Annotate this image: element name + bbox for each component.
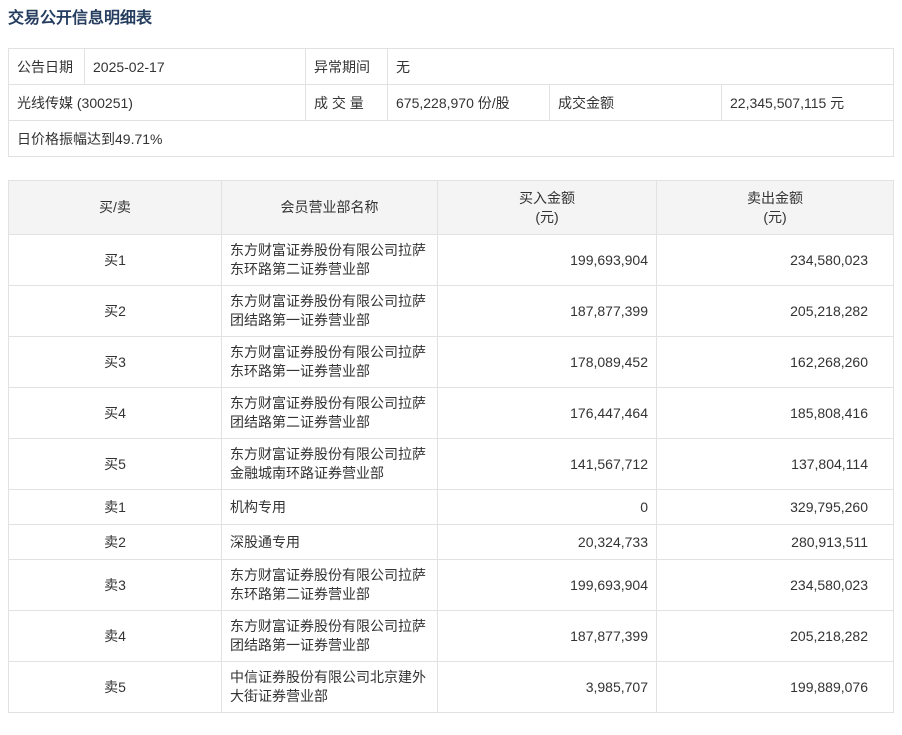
side-cell: 卖1: [9, 490, 222, 525]
buy-amount-cell: 178,089,452: [438, 337, 657, 388]
header-side: 买/卖: [9, 181, 222, 235]
buy-amount-cell: 141,567,712: [438, 439, 657, 490]
side-cell: 卖5: [9, 662, 222, 713]
header-buy-amount-line2: (元): [446, 208, 648, 227]
page: 交易公开信息明细表 公告日期 2025-02-17 异常期间 无 光线传媒 (3…: [0, 0, 902, 735]
header-branch-label: 会员营业部名称: [281, 199, 379, 215]
buy-amount-cell: 3,985,707: [438, 662, 657, 713]
table-row: 买3东方财富证券股份有限公司拉萨东环路第一证券营业部178,089,452162…: [9, 337, 894, 388]
stock-name: 光线传媒 (300251): [9, 85, 306, 121]
side-cell: 卖4: [9, 611, 222, 662]
sell-amount-cell: 199,889,076: [657, 662, 894, 713]
detail-table-body: 买1东方财富证券股份有限公司拉萨东环路第二证券营业部199,693,904234…: [9, 235, 894, 713]
side-cell: 卖3: [9, 560, 222, 611]
branch-cell: 东方财富证券股份有限公司拉萨团结路第一证券营业部: [222, 611, 438, 662]
side-cell: 买4: [9, 388, 222, 439]
sell-amount-cell: 234,580,023: [657, 560, 894, 611]
branch-cell: 东方财富证券股份有限公司拉萨团结路第一证券营业部: [222, 286, 438, 337]
sell-amount-cell: 280,913,511: [657, 525, 894, 560]
header-branch: 会员营业部名称: [222, 181, 438, 235]
header-side-label: 买/卖: [99, 199, 131, 215]
sell-amount-cell: 329,795,260: [657, 490, 894, 525]
header-buy-amount: 买入金额 (元): [438, 181, 657, 235]
side-cell: 买2: [9, 286, 222, 337]
abnormal-period-value: 无: [388, 49, 894, 85]
announce-date-label: 公告日期: [9, 49, 85, 85]
header-sell-amount: 卖出金额 (元): [657, 181, 894, 235]
announce-date-value: 2025-02-17: [85, 49, 306, 85]
detail-table: 买/卖 会员营业部名称 买入金额 (元) 卖出金额 (元) 买1东方财富证券股份…: [8, 180, 894, 713]
buy-amount-cell: 176,447,464: [438, 388, 657, 439]
side-cell: 卖2: [9, 525, 222, 560]
sell-amount-cell: 205,218,282: [657, 286, 894, 337]
buy-amount-cell: 20,324,733: [438, 525, 657, 560]
page-title: 交易公开信息明细表: [8, 8, 894, 30]
table-row: 卖4东方财富证券股份有限公司拉萨团结路第一证券营业部187,877,399205…: [9, 611, 894, 662]
table-row: 卖5中信证券股份有限公司北京建外大街证券营业部3,985,707199,889,…: [9, 662, 894, 713]
branch-cell: 中信证券股份有限公司北京建外大街证券营业部: [222, 662, 438, 713]
buy-amount-cell: 187,877,399: [438, 611, 657, 662]
volume-value: 675,228,970 份/股: [388, 85, 550, 121]
branch-cell: 东方财富证券股份有限公司拉萨东环路第一证券营业部: [222, 337, 438, 388]
table-row: 卖1机构专用0329,795,260: [9, 490, 894, 525]
branch-cell: 东方财富证券股份有限公司拉萨东环路第二证券营业部: [222, 235, 438, 286]
sell-amount-cell: 234,580,023: [657, 235, 894, 286]
buy-amount-cell: 199,693,904: [438, 235, 657, 286]
side-cell: 买1: [9, 235, 222, 286]
branch-cell: 机构专用: [222, 490, 438, 525]
side-cell: 买3: [9, 337, 222, 388]
branch-cell: 东方财富证券股份有限公司拉萨团结路第二证券营业部: [222, 388, 438, 439]
buy-amount-cell: 199,693,904: [438, 560, 657, 611]
header-sell-amount-line1: 卖出金额: [665, 189, 885, 208]
volume-label: 成 交 量: [306, 85, 388, 121]
buy-amount-cell: 187,877,399: [438, 286, 657, 337]
turnover-value: 22,345,507,115 元: [722, 85, 894, 121]
header-sell-amount-line2: (元): [665, 208, 885, 227]
sell-amount-cell: 185,808,416: [657, 388, 894, 439]
table-row: 买1东方财富证券股份有限公司拉萨东环路第二证券营业部199,693,904234…: [9, 235, 894, 286]
summary-row-date: 公告日期 2025-02-17 异常期间 无: [9, 49, 894, 85]
summary-table: 公告日期 2025-02-17 异常期间 无 光线传媒 (300251) 成 交…: [8, 48, 894, 157]
abnormal-period-label: 异常期间: [306, 49, 388, 85]
detail-header-row: 买/卖 会员营业部名称 买入金额 (元) 卖出金额 (元): [9, 181, 894, 235]
branch-cell: 东方财富证券股份有限公司拉萨东环路第二证券营业部: [222, 560, 438, 611]
buy-amount-cell: 0: [438, 490, 657, 525]
table-row: 买2东方财富证券股份有限公司拉萨团结路第一证券营业部187,877,399205…: [9, 286, 894, 337]
sell-amount-cell: 205,218,282: [657, 611, 894, 662]
sell-amount-cell: 137,804,114: [657, 439, 894, 490]
table-row: 买5东方财富证券股份有限公司拉萨金融城南环路证券营业部141,567,71213…: [9, 439, 894, 490]
branch-cell: 深股通专用: [222, 525, 438, 560]
summary-row-stock: 光线传媒 (300251) 成 交 量 675,228,970 份/股 成交金额…: [9, 85, 894, 121]
amplitude-note: 日价格振幅达到49.71%: [9, 121, 894, 157]
turnover-label: 成交金额: [550, 85, 722, 121]
table-row: 买4东方财富证券股份有限公司拉萨团结路第二证券营业部176,447,464185…: [9, 388, 894, 439]
side-cell: 买5: [9, 439, 222, 490]
branch-cell: 东方财富证券股份有限公司拉萨金融城南环路证券营业部: [222, 439, 438, 490]
sell-amount-cell: 162,268,260: [657, 337, 894, 388]
table-row: 卖2深股通专用20,324,733280,913,511: [9, 525, 894, 560]
header-buy-amount-line1: 买入金额: [446, 189, 648, 208]
summary-row-note: 日价格振幅达到49.71%: [9, 121, 894, 157]
table-row: 卖3东方财富证券股份有限公司拉萨东环路第二证券营业部199,693,904234…: [9, 560, 894, 611]
